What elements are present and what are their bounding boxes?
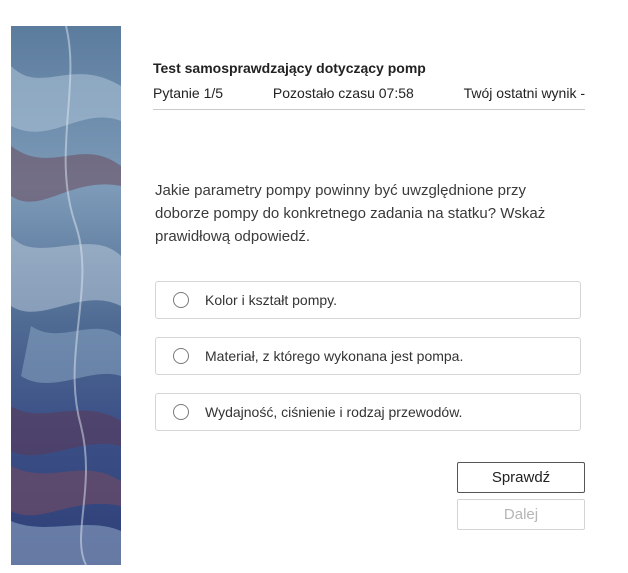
answer-option-label: Materiał, z którego wykonana jest pompa.: [205, 348, 464, 364]
answer-option-label: Kolor i kształt pompy.: [205, 292, 338, 308]
answer-option-2[interactable]: Materiał, z którego wykonana jest pompa.: [155, 337, 581, 375]
radio-button[interactable]: [173, 292, 189, 308]
time-remaining: Pozostało czasu 07:58: [272, 85, 414, 101]
check-button[interactable]: Sprawdź: [457, 462, 585, 493]
answer-option-1[interactable]: Kolor i kształt pompy.: [155, 281, 581, 319]
quiz-header: Test samosprawdzający dotyczący pomp Pyt…: [153, 58, 585, 110]
question-counter: Pytanie 1/5: [153, 85, 224, 101]
quiz-title: Test samosprawdzający dotyczący pomp: [153, 60, 426, 76]
radio-button[interactable]: [173, 404, 189, 420]
answer-option-label: Wydajność, ciśnienie i rodzaj przewodów.: [205, 404, 463, 420]
answer-option-3[interactable]: Wydajność, ciśnienie i rodzaj przewodów.: [155, 393, 581, 431]
decorative-side-image: [11, 26, 121, 565]
question-text: Jakie parametry pompy powinny być uwzglę…: [155, 182, 546, 245]
next-button[interactable]: Dalej: [457, 499, 585, 530]
quiz-meta-bar: Pytanie 1/5 Pozostało czasu 07:58 Twój o…: [153, 85, 585, 110]
last-score: Twój ostatni wynik -: [463, 85, 585, 101]
radio-button[interactable]: [173, 348, 189, 364]
